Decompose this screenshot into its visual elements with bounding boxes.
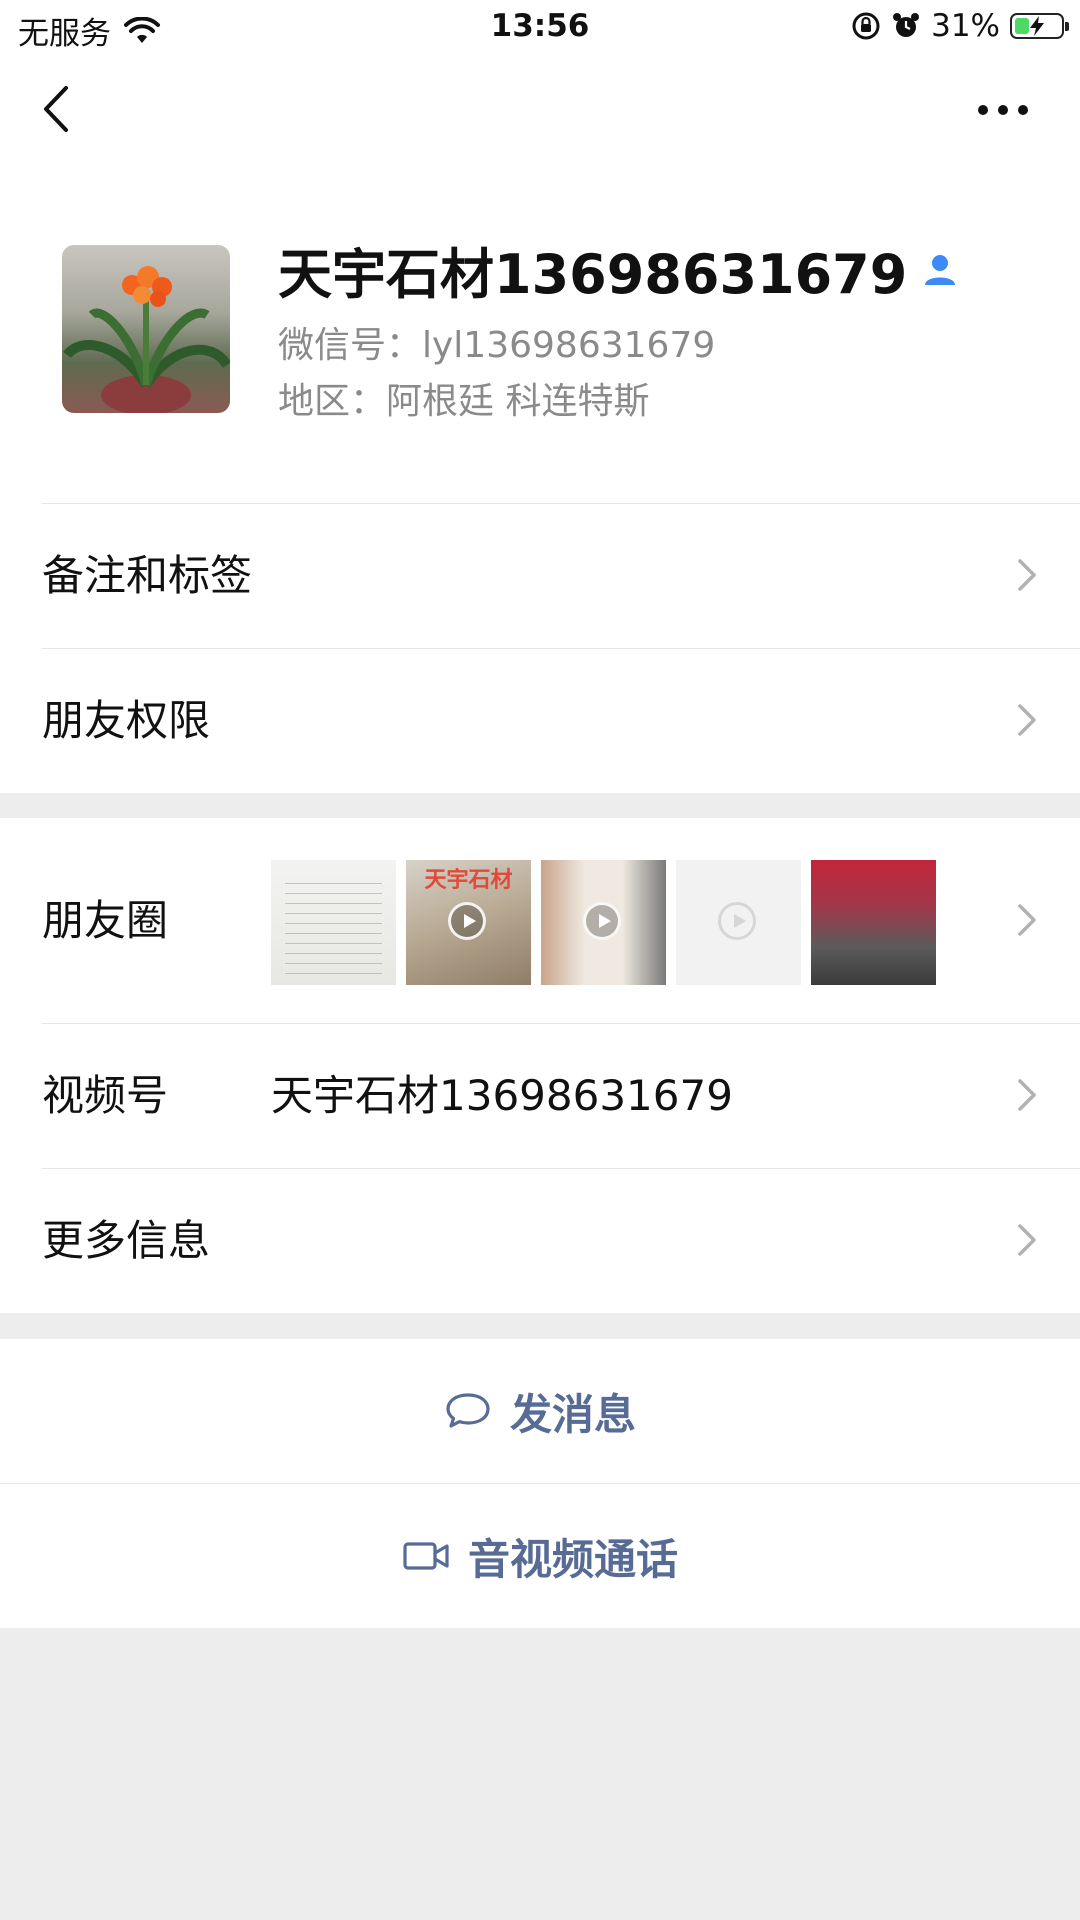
send-message-button[interactable]: 发消息 [0, 1339, 1080, 1483]
chevron-right-icon [1018, 904, 1036, 936]
wechat-id: 微信号：lyl13698631679 [278, 325, 716, 366]
moments-thumbnails: 天宇石材 [271, 860, 936, 985]
alarm-icon [893, 13, 920, 37]
contact-name: 天宇石材13698631679 [278, 243, 908, 306]
charging-bolt-icon [1030, 16, 1044, 36]
row-more-info[interactable]: 更多信息 [0, 1168, 1080, 1313]
row-label: 朋友权限 [42, 696, 211, 745]
avatar-image [63, 266, 230, 413]
more-ellipsis-icon[interactable] [976, 100, 1030, 120]
row-label: 朋友圈 [42, 896, 169, 945]
chevron-right-icon [1018, 559, 1036, 591]
settings-section: 备注和标签 朋友权限 [0, 503, 1080, 793]
chevron-right-icon [1018, 1224, 1036, 1256]
region: 地区：阿根廷 科连特斯 [278, 381, 650, 422]
moments-thumb-video: 天宇石材 [406, 860, 531, 985]
row-channels[interactable]: 视频号 天宇石材13698631679 [0, 1023, 1080, 1168]
nav-bar [0, 54, 1080, 164]
row-label: 视频号 [42, 1071, 169, 1120]
orientation-lock-icon [852, 12, 880, 40]
row-friend-permissions[interactable]: 朋友权限 [0, 648, 1080, 793]
battery-icon [1010, 13, 1069, 39]
content-section: 朋友圈 天宇石材 视频号 天宇石材13698631679 更多信息 [0, 818, 1080, 1313]
chevron-right-icon [1018, 704, 1036, 736]
chat-bubble-icon [446, 1393, 490, 1428]
row-label: 更多信息 [42, 1216, 211, 1265]
row-remarks-tags[interactable]: 备注和标签 [0, 503, 1080, 648]
thumb-overlay-text: 天宇石材 [424, 868, 513, 893]
voice-video-call-button[interactable]: 音视频通话 [0, 1484, 1080, 1628]
send-message-label: 发消息 [509, 1389, 636, 1439]
channels-value: 天宇石材13698631679 [271, 1071, 733, 1120]
play-icon [718, 902, 756, 940]
row-label: 备注和标签 [42, 551, 253, 600]
status-bar: 无服务 13:56 31% [0, 0, 1080, 54]
back-chevron-icon[interactable] [36, 82, 84, 136]
person-badge-icon [925, 254, 956, 285]
play-icon [583, 902, 621, 940]
profile-header: 天宇石材13698631679 微信号：lyl13698631679 地区：阿根… [0, 164, 1080, 504]
battery-percent: 31% [931, 8, 1000, 44]
moments-thumb-note [271, 860, 396, 985]
name-row: 天宇石材13698631679 [278, 230, 959, 309]
play-icon [448, 902, 486, 940]
row-moments[interactable]: 朋友圈 天宇石材 [0, 818, 1080, 1023]
chevron-right-icon [1018, 1079, 1036, 1111]
voice-video-call-label: 音视频通话 [467, 1534, 678, 1584]
moments-thumb-video [676, 860, 801, 985]
contact-profile-screen: 无服务 13:56 31% 天宇石材13698631679 微信号：lyl136… [0, 0, 1080, 1920]
moments-thumb-video [541, 860, 666, 985]
status-right: 31% [851, 8, 1069, 44]
video-camera-icon [403, 1542, 449, 1570]
avatar[interactable] [62, 245, 230, 413]
battery-nub [1065, 22, 1069, 31]
moments-thumb-photo [811, 860, 936, 985]
